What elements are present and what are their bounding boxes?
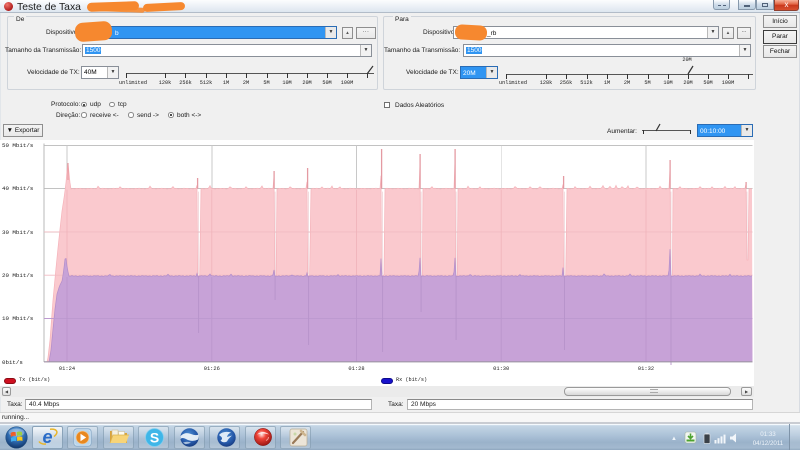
svg-text:S: S bbox=[150, 429, 159, 445]
